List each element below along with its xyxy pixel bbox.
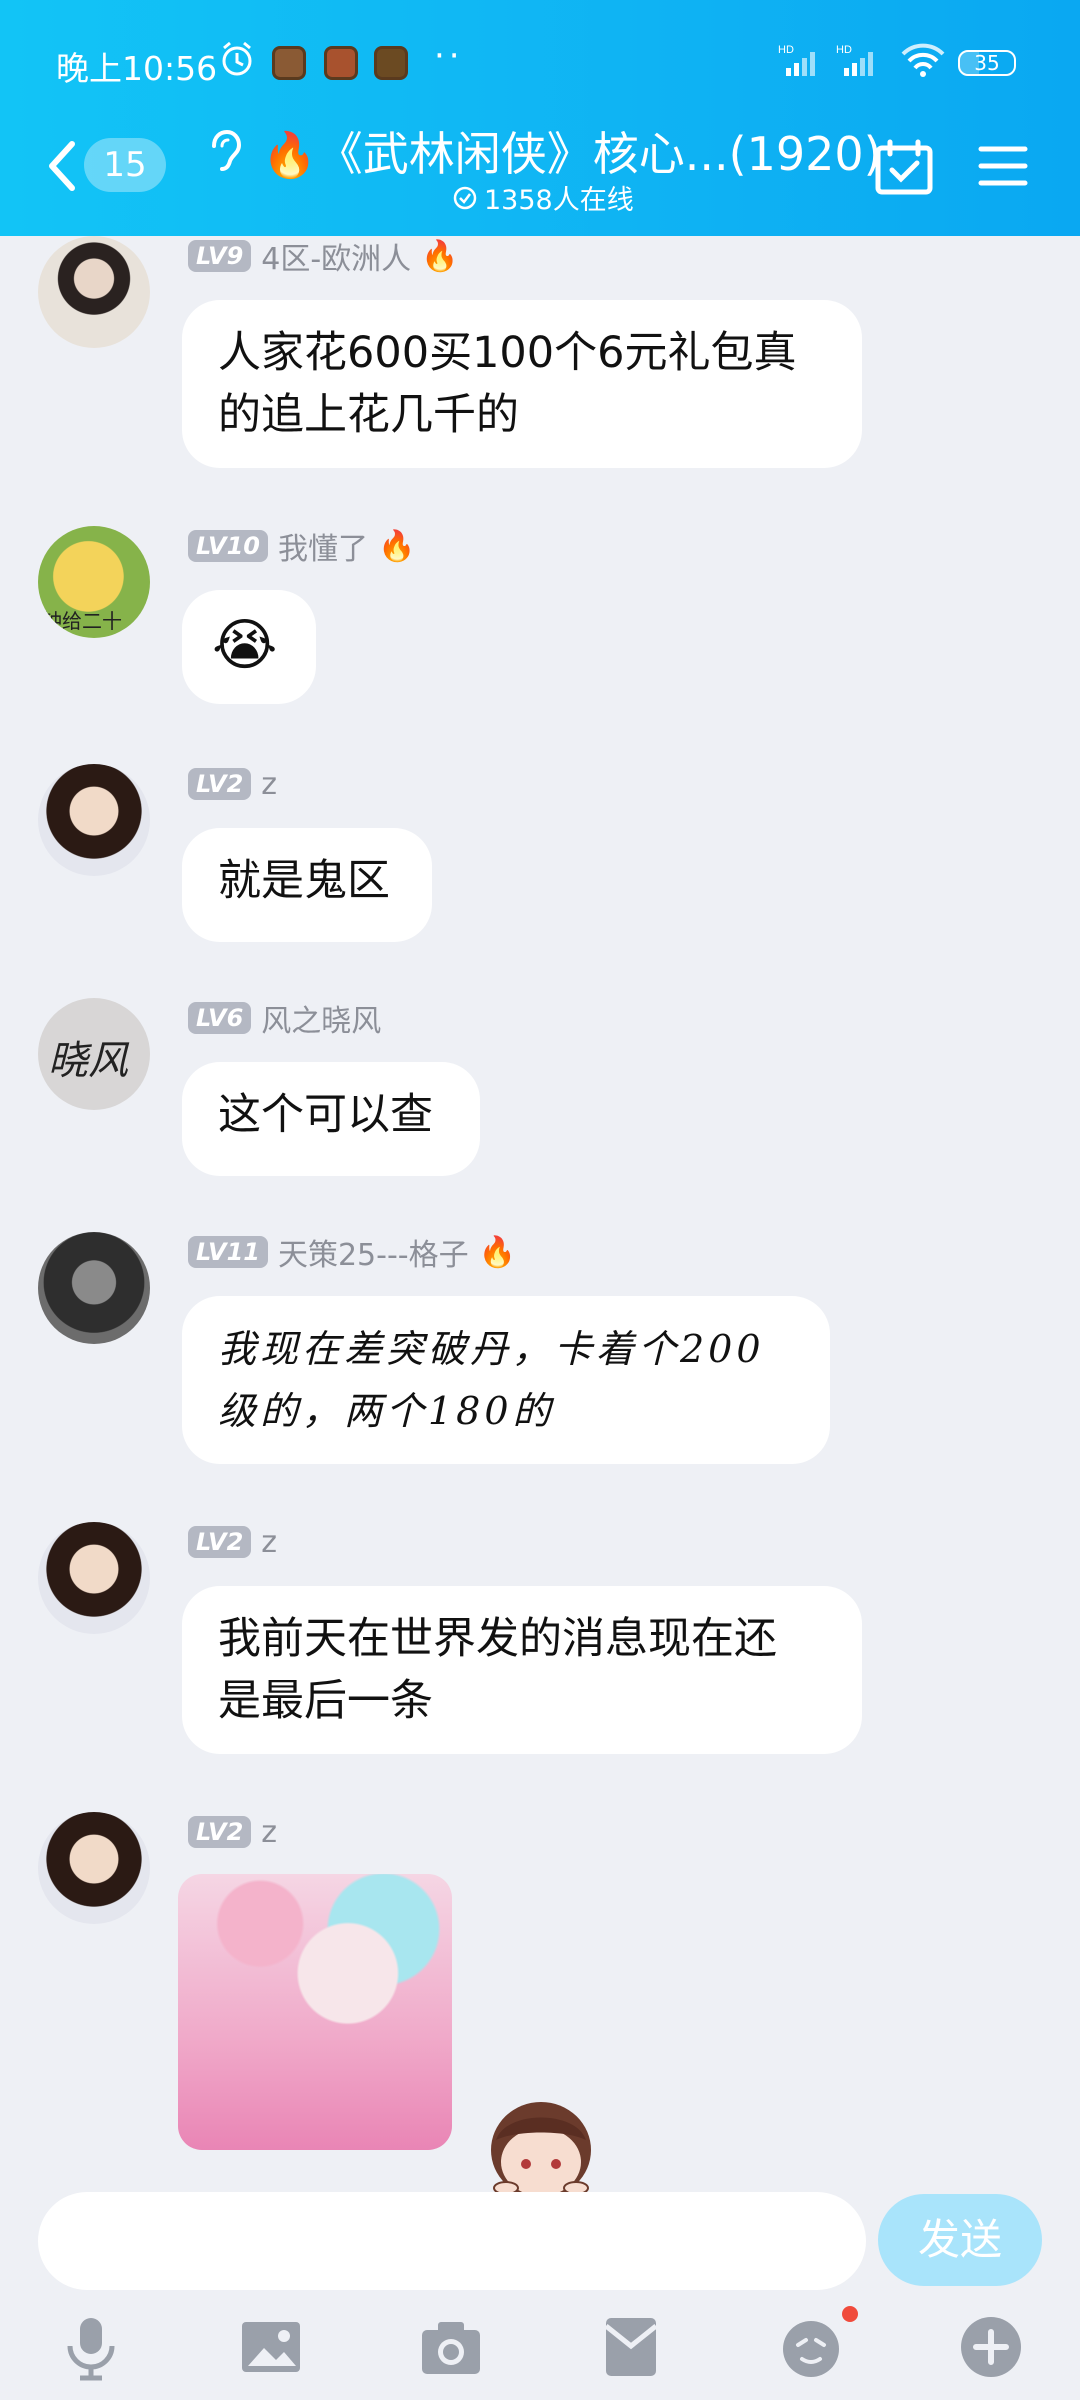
input-toolbar xyxy=(0,2300,1080,2400)
cell-signal-icon: HD xyxy=(836,44,873,76)
app-notification-icon xyxy=(324,46,358,80)
avatar-text: 钟给二十 xyxy=(42,609,122,633)
message-bubble[interactable]: 我现在差突破丹，卡着个200 级的，两个180的 xyxy=(182,1296,830,1464)
group-title[interactable]: 🔥《武林闲侠》核心...(1920) xyxy=(262,118,882,184)
sticker-image[interactable] xyxy=(178,1874,452,2150)
chat-messages[interactable]: LV9 4区-欧洲人 🔥 人家花600买100个6元礼包真 的追上花几千的 钟给… xyxy=(0,236,1080,2190)
avatar[interactable]: 晓风 xyxy=(38,998,150,1110)
nav-bar: 15 🔥《武林闲侠》核心...(1920) 1358人在线 xyxy=(0,118,1080,228)
cartoon-character-peek[interactable] xyxy=(476,2080,606,2192)
avatar[interactable]: 钟给二十 xyxy=(38,526,150,638)
level-badge: LV2 xyxy=(188,1526,252,1558)
status-time: 晚上10:56 xyxy=(56,49,218,88)
chat-header: 晚上10:56 ·· HD HD 35 15 🔥《武林闲侠》核心...(1920… xyxy=(0,0,1080,236)
svg-text:HD: HD xyxy=(778,44,794,56)
calendar-check-icon[interactable] xyxy=(874,138,934,196)
avatar-text: 晓风 xyxy=(48,1038,128,1084)
level-badge: LV6 xyxy=(188,1002,252,1034)
sender-name[interactable]: z xyxy=(261,1815,277,1850)
sender-name[interactable]: z xyxy=(261,767,277,802)
more-notifications: ·· xyxy=(434,36,464,76)
message-text: 这个可以查 xyxy=(218,1090,433,1140)
sender-name[interactable]: 风之晓风 xyxy=(261,996,381,1040)
level-badge: LV2 xyxy=(188,768,252,800)
plus-icon[interactable] xyxy=(956,2312,1026,2382)
message-text: 我现在差突破丹，卡着个200 xyxy=(218,1327,765,1371)
message-bubble[interactable]: 就是鬼区 xyxy=(182,828,432,942)
ear-icon[interactable] xyxy=(204,126,244,186)
crying-emoji: 😭 xyxy=(212,613,278,678)
message-bubble[interactable]: 这个可以查 xyxy=(182,1062,480,1176)
avatar[interactable] xyxy=(38,1522,150,1634)
microphone-icon[interactable] xyxy=(56,2312,126,2382)
message-text: 人家花600买100个6元礼包真 xyxy=(218,328,797,378)
level-badge: LV11 xyxy=(188,1236,268,1268)
fire-icon: 🔥 xyxy=(377,528,416,564)
app-notification-icon xyxy=(374,46,408,80)
fire-icon: 🔥 xyxy=(421,238,459,274)
red-packet-icon[interactable] xyxy=(596,2312,666,2382)
sender-name[interactable]: 4区-欧洲人 xyxy=(261,236,411,278)
online-icon xyxy=(453,186,477,209)
message-input[interactable] xyxy=(38,2192,866,2290)
send-button[interactable]: 发送 xyxy=(878,2194,1042,2286)
cell-signal-icon: HD xyxy=(778,44,815,76)
app-notification-icon xyxy=(272,46,306,80)
group-name: 《武林闲侠》核心...(1920) xyxy=(316,127,882,181)
battery-indicator: 35 xyxy=(958,50,1016,76)
message-bubble[interactable]: 我前天在世界发的消息现在还 是最后一条 xyxy=(182,1586,862,1754)
status-bar: 晚上10:56 ·· HD HD 35 xyxy=(0,34,1080,90)
avatar[interactable] xyxy=(38,764,150,876)
online-count: 1358人在线 xyxy=(452,178,634,217)
message-text: 就是鬼区 xyxy=(218,856,390,906)
svg-text:HD: HD xyxy=(836,44,852,56)
message-text: 级的，两个180的 xyxy=(218,1389,555,1433)
camera-icon[interactable] xyxy=(416,2312,486,2382)
level-badge: LV9 xyxy=(188,240,252,272)
fire-icon: 🔥 xyxy=(478,1234,516,1270)
wifi-icon xyxy=(901,43,945,77)
alarm-icon xyxy=(222,41,252,76)
message-text: 我前天在世界发的消息现在还 xyxy=(218,1614,777,1664)
menu-icon[interactable] xyxy=(978,144,1028,188)
sender-name[interactable]: z xyxy=(261,1525,277,1560)
message-bubble[interactable]: 人家花600买100个6元礼包真 的追上花几千的 xyxy=(182,300,862,468)
message-bubble[interactable]: 😭 xyxy=(182,590,316,704)
back-arrow-icon[interactable] xyxy=(44,138,78,194)
emoji-icon[interactable] xyxy=(776,2312,846,2382)
unread-count-badge[interactable]: 15 xyxy=(84,138,166,192)
notification-dot xyxy=(842,2306,858,2322)
message-text: 的追上花几千的 xyxy=(218,390,519,440)
message-text: 是最后一条 xyxy=(218,1676,433,1726)
avatar[interactable] xyxy=(38,1812,150,1924)
avatar[interactable] xyxy=(38,1232,150,1344)
avatar[interactable] xyxy=(38,236,150,348)
input-row: 发送 xyxy=(0,2190,1080,2290)
sender-name[interactable]: 天策25---格子 xyxy=(278,1230,469,1274)
level-badge: LV10 xyxy=(188,530,268,562)
level-badge: LV2 xyxy=(188,1816,252,1848)
fire-icon: 🔥 xyxy=(262,130,317,181)
image-icon[interactable] xyxy=(236,2312,306,2382)
online-count-text: 1358人在线 xyxy=(484,185,634,216)
sender-name[interactable]: 我懂了 xyxy=(278,524,368,568)
